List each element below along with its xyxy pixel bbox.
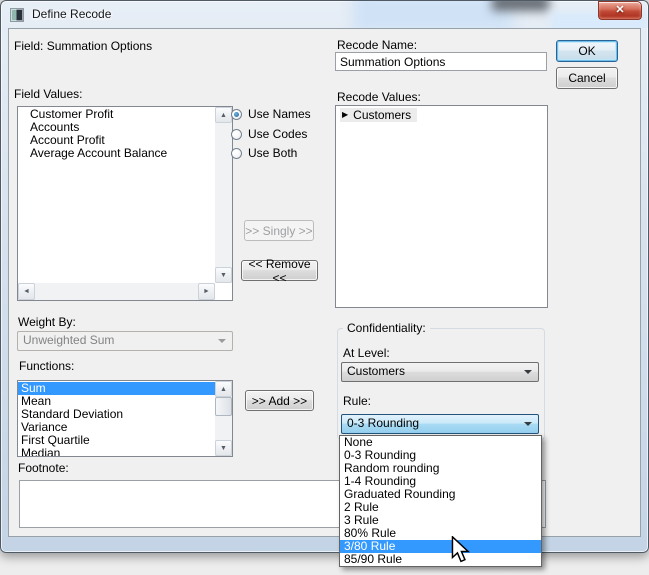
define-recode-dialog: Define Recode ✕ Field: Summation Options… — [0, 0, 649, 553]
list-item[interactable]: Median — [18, 447, 215, 457]
scroll-up-icon[interactable]: ▲ — [215, 381, 232, 397]
close-button[interactable]: ✕ — [598, 1, 642, 20]
tree-item-label: Customers — [353, 108, 411, 122]
dropdown-option[interactable]: 85/90 Rule — [340, 553, 541, 566]
radio-use-names[interactable]: Use Names — [231, 108, 311, 121]
rule-combobox[interactable]: 0-3 Rounding — [341, 414, 539, 434]
at-level-label: At Level: — [343, 347, 390, 360]
radio-label: Use Both — [248, 147, 297, 160]
recode-values-listbox: ▶ Customers — [335, 105, 548, 308]
expander-icon[interactable]: ▶ — [342, 108, 348, 122]
radio-selected-icon — [231, 109, 242, 120]
horizontal-scrollbar[interactable]: ◄ ► — [18, 283, 215, 300]
footnote-label: Footnote: — [18, 462, 69, 475]
field-info: Field: Summation Options — [14, 40, 152, 53]
add-button[interactable]: >> Add >> — [245, 390, 314, 411]
field-info-value: Summation Options — [47, 39, 152, 53]
field-info-label: Field: — [14, 39, 43, 53]
confidentiality-label: Confidentiality: — [343, 322, 430, 335]
at-level-value: Customers — [347, 364, 405, 378]
cancel-button[interactable]: Cancel — [556, 67, 618, 89]
scroll-right-icon[interactable]: ► — [198, 283, 215, 300]
functions-label: Functions: — [19, 360, 74, 373]
scroll-left-icon[interactable]: ◄ — [18, 283, 35, 300]
glass-reflection — [353, 1, 513, 28]
glass-reflection — [492, 1, 549, 11]
window-title: Define Recode — [32, 7, 111, 21]
rule-value: 0-3 Rounding — [347, 416, 419, 430]
functions-rows: Sum Mean Standard Deviation Variance Fir… — [18, 382, 215, 457]
vertical-scrollbar[interactable]: ▲ ▼ — [215, 107, 232, 283]
field-values-label: Field Values: — [14, 88, 82, 101]
field-values-listbox: Customer Profit Accounts Account Profit … — [17, 106, 233, 301]
weight-by-combobox: Unweighted Sum — [17, 331, 233, 351]
scrollbar-thumb[interactable] — [215, 397, 232, 416]
scroll-up-icon[interactable]: ▲ — [215, 107, 232, 123]
functions-listbox: Sum Mean Standard Deviation Variance Fir… — [17, 380, 233, 457]
scroll-down-icon[interactable]: ▼ — [215, 267, 232, 283]
dropdown-arrow-icon — [218, 339, 226, 343]
radio-use-codes[interactable]: Use Codes — [231, 128, 307, 141]
radio-icon — [231, 148, 242, 159]
rule-label: Rule: — [343, 395, 371, 408]
title-bar[interactable]: Define Recode — [1, 1, 648, 28]
list-item[interactable]: Average Account Balance — [18, 147, 215, 160]
singly-button[interactable]: >> Singly >> — [244, 220, 314, 241]
close-icon: ✕ — [615, 4, 624, 16]
scroll-down-icon[interactable]: ▼ — [215, 440, 232, 456]
dropdown-arrow-icon — [524, 370, 532, 374]
radio-label: Use Names — [248, 108, 311, 121]
radio-use-both[interactable]: Use Both — [231, 147, 297, 160]
vertical-scrollbar[interactable]: ▲ ▼ — [215, 381, 232, 456]
app-icon — [10, 8, 24, 22]
radio-icon — [231, 129, 242, 140]
remove-button[interactable]: << Remove << — [241, 260, 318, 281]
tree-item-customers[interactable]: ▶ Customers — [340, 108, 417, 122]
recode-values-label: Recode Values: — [337, 91, 421, 104]
rule-dropdown-list: None 0-3 Rounding Random rounding 1-4 Ro… — [339, 435, 542, 567]
mouse-cursor-icon — [451, 536, 473, 564]
at-level-combobox[interactable]: Customers — [341, 362, 539, 382]
field-values-rows: Customer Profit Accounts Account Profit … — [18, 108, 215, 160]
weight-by-label: Weight By: — [18, 316, 76, 329]
radio-label: Use Codes — [248, 128, 307, 141]
recode-name-label: Recode Name: — [337, 39, 417, 52]
dropdown-arrow-icon — [524, 422, 532, 426]
weight-by-value: Unweighted Sum — [23, 333, 114, 347]
ok-button[interactable]: OK — [556, 40, 618, 62]
recode-name-input[interactable] — [335, 52, 547, 71]
